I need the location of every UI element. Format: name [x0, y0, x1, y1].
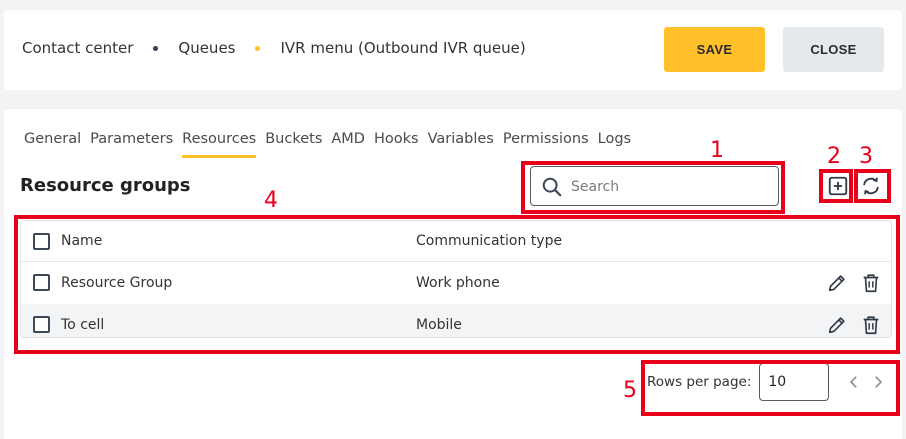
- breadcrumb: Contact center Queues IVR menu (Outbound…: [22, 39, 526, 57]
- save-button[interactable]: SAVE: [664, 27, 765, 72]
- annotation-box-pagination: [641, 360, 900, 416]
- tab-variables[interactable]: Variables: [428, 131, 494, 158]
- tab-logs[interactable]: Logs: [598, 131, 631, 158]
- tab-hooks[interactable]: Hooks: [374, 131, 419, 158]
- breadcrumb-separator: [153, 45, 159, 51]
- annotation-box-refresh: [854, 169, 891, 203]
- close-button[interactable]: CLOSE: [783, 27, 884, 72]
- annotation-box-table: [14, 215, 900, 354]
- tab-bar: General Parameters Resources Buckets AMD…: [24, 131, 640, 158]
- annotation-box-search: [521, 161, 785, 214]
- annotation-label-5: 5: [623, 378, 637, 403]
- section-title: Resource groups: [20, 175, 191, 196]
- tab-buckets[interactable]: Buckets: [265, 131, 322, 158]
- breadcrumb-separator: [255, 45, 261, 51]
- annotation-label-1: 1: [710, 138, 724, 163]
- header-bar: Contact center Queues IVR menu (Outbound…: [4, 10, 902, 90]
- annotation-label-4: 4: [264, 188, 278, 213]
- breadcrumb-queues[interactable]: Queues: [178, 39, 235, 57]
- annotation-label-2: 2: [827, 144, 841, 169]
- tab-resources[interactable]: Resources: [182, 131, 257, 158]
- tab-permissions[interactable]: Permissions: [503, 131, 589, 158]
- tab-amd[interactable]: AMD: [331, 131, 365, 158]
- tab-parameters[interactable]: Parameters: [90, 131, 173, 158]
- tab-general[interactable]: General: [24, 131, 81, 158]
- breadcrumb-contact-center[interactable]: Contact center: [22, 39, 133, 57]
- annotation-box-add: [819, 169, 853, 203]
- annotation-label-3: 3: [859, 144, 873, 169]
- breadcrumb-current: IVR menu (Outbound IVR queue): [280, 39, 526, 57]
